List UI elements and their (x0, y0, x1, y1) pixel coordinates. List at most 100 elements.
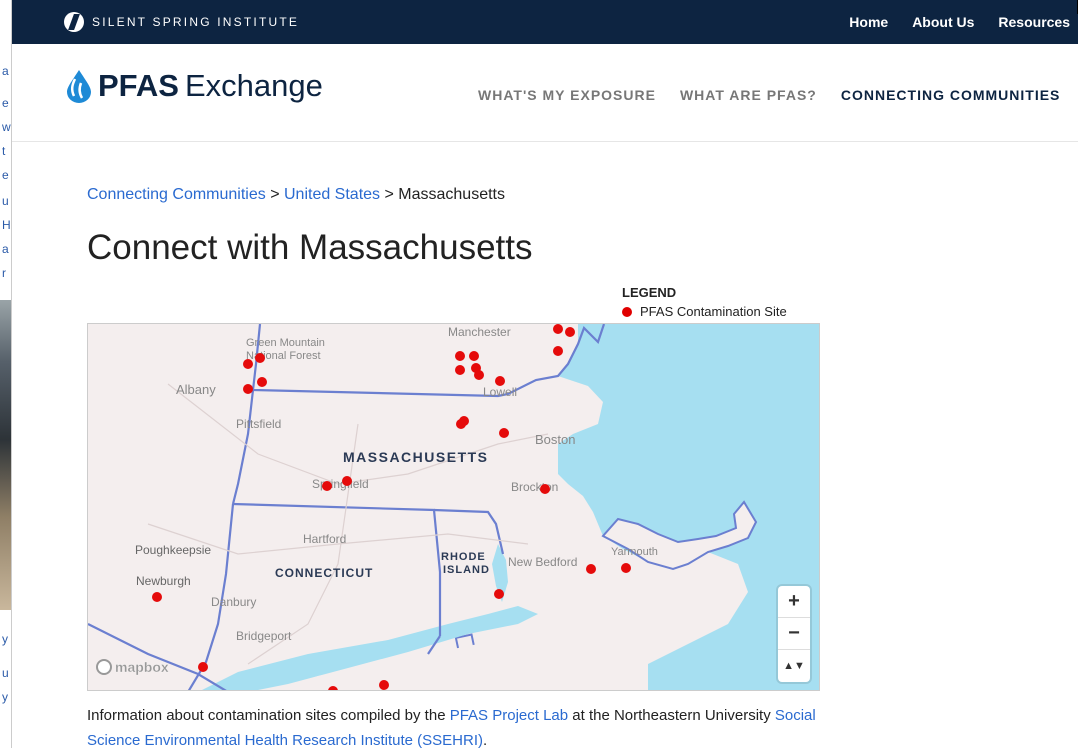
contamination-site-marker (494, 589, 504, 599)
contamination-site-marker (495, 376, 505, 386)
contamination-site-marker (540, 484, 550, 494)
contamination-site-marker (243, 359, 253, 369)
map-canvas[interactable]: Green Mountain National Forest Mancheste… (88, 324, 820, 691)
contamination-sites (152, 324, 631, 690)
background-window-char: w (2, 120, 11, 134)
zoom-out-button[interactable]: − (778, 618, 810, 650)
label-manchester: Manchester (448, 325, 511, 339)
nav-about-us[interactable]: About Us (912, 14, 974, 30)
contamination-site-marker (474, 370, 484, 380)
nav-whats-my-exposure[interactable]: WHAT'S MY EXPOSURE (478, 87, 656, 103)
contamination-site-marker (342, 476, 352, 486)
pfas-exchange-logo[interactable]: PFAS Exchange (66, 68, 323, 104)
background-window-char: u (2, 666, 9, 680)
breadcrumb-united-states[interactable]: United States (284, 186, 380, 203)
contamination-site-marker (198, 662, 208, 672)
label-new-bedford: New Bedford (508, 555, 577, 569)
label-yarmouth: Yarmouth (611, 546, 658, 558)
contamination-site-dot-icon (622, 306, 632, 317)
label-newburgh: Newburgh (136, 574, 191, 588)
breadcrumb-separator: > (265, 186, 284, 203)
main-navigation: WHAT'S MY EXPOSURE WHAT ARE PFAS? CONNEC… (478, 87, 1060, 103)
mapbox-logo-icon (96, 659, 112, 675)
institute-top-bar: SILENT SPRING INSTITUTE Home About Us Re… (12, 0, 1078, 44)
contamination-site-marker (499, 428, 509, 438)
background-window-char: t (2, 144, 6, 158)
water-drop-icon (67, 70, 91, 103)
contamination-site-marker (255, 353, 265, 363)
label-lowell: Lowell (483, 385, 517, 399)
site-title-bold: PFAS (98, 68, 179, 103)
site-header: PFAS Exchange WHAT'S MY EXPOSURE WHAT AR… (12, 44, 1078, 142)
nav-what-are-pfas[interactable]: WHAT ARE PFAS? (680, 87, 817, 103)
nav-home[interactable]: Home (849, 14, 888, 30)
contamination-site-marker (257, 377, 267, 387)
contamination-site-marker (586, 564, 596, 574)
contamination-site-marker (553, 324, 563, 334)
label-pittsfield: Pittsfield (236, 417, 281, 431)
label-island: ISLAND (443, 564, 490, 576)
data-source-note: Information about contamination sites co… (87, 703, 847, 748)
background-window-char: y (2, 690, 8, 704)
contamination-site-marker (553, 346, 563, 356)
label-rhode: RHODE (441, 551, 486, 563)
background-window-char: a (2, 242, 9, 256)
silent-spring-logo-icon (64, 12, 84, 32)
contamination-site-marker (621, 563, 631, 573)
background-window-char: u (2, 194, 9, 208)
contamination-site-marker (456, 419, 466, 429)
info-text: at the Northeastern University (568, 707, 775, 724)
institute-name: SILENT SPRING INSTITUTE (92, 15, 300, 29)
contamination-site-marker (322, 481, 332, 491)
label-boston: Boston (535, 432, 575, 447)
contamination-site-marker (455, 351, 465, 361)
info-text: Information about contamination sites co… (87, 707, 450, 724)
institute-brand[interactable]: SILENT SPRING INSTITUTE (64, 0, 299, 44)
info-text: . (483, 732, 488, 748)
page-title: Connect with Massachusetts (87, 228, 533, 267)
background-window-char: H (2, 218, 11, 232)
nav-connecting-communities[interactable]: CONNECTING COMMUNITIES (841, 87, 1061, 103)
contamination-site-marker (379, 680, 389, 690)
map-legend: LEGEND PFAS Contamination Site (622, 285, 787, 319)
label-springfield: Springfield (312, 477, 369, 491)
label-hartford: Hartford (303, 532, 346, 546)
label-poughkeepsie: Poughkeepsie (135, 543, 211, 557)
background-window-photo (0, 300, 11, 610)
label-connecticut: CONNECTICUT (275, 566, 373, 580)
contamination-map[interactable]: Green Mountain National Forest Mancheste… (87, 323, 820, 691)
link-pfas-project-lab[interactable]: PFAS Project Lab (450, 707, 568, 724)
label-massachusetts: MASSACHUSETTS (343, 449, 489, 465)
background-window-strip: aewteuHaryuy (0, 0, 12, 748)
label-green-mountain: Green Mountain (246, 337, 325, 349)
zoom-in-button[interactable]: + (778, 586, 810, 618)
contamination-site-marker (469, 351, 479, 361)
breadcrumb-current: Massachusetts (398, 186, 505, 203)
site-title-light: Exchange (184, 68, 323, 103)
background-window-char: e (2, 168, 9, 182)
nav-resources[interactable]: Resources (998, 14, 1070, 30)
marthas-vineyard (600, 588, 648, 606)
label-albany: Albany (176, 382, 216, 397)
breadcrumb: Connecting Communities > United States >… (87, 186, 505, 204)
map-zoom-controls: + − ▲▼ (778, 586, 810, 682)
background-window-char: r (2, 266, 6, 280)
background-window-char: y (2, 632, 8, 646)
legend-title: LEGEND (622, 285, 677, 300)
breadcrumb-separator: > (380, 186, 399, 203)
legend-item: PFAS Contamination Site (622, 304, 787, 319)
label-danbury: Danbury (211, 595, 256, 609)
compass-reset-button[interactable]: ▲▼ (778, 650, 810, 682)
mapbox-attribution[interactable]: mapbox (96, 659, 169, 675)
contamination-site-marker (455, 365, 465, 375)
breadcrumb-connecting-communities[interactable]: Connecting Communities (87, 186, 266, 203)
nantucket (688, 616, 718, 629)
top-navigation: Home About Us Resources (849, 0, 1070, 44)
mapbox-wordmark: mapbox (115, 659, 169, 675)
label-brockton: Brockton (511, 480, 558, 494)
contamination-site-marker (152, 592, 162, 602)
label-bridgeport: Bridgeport (236, 629, 292, 643)
contamination-site-marker (565, 327, 575, 337)
background-window-char: e (2, 96, 9, 110)
contamination-site-marker (243, 384, 253, 394)
